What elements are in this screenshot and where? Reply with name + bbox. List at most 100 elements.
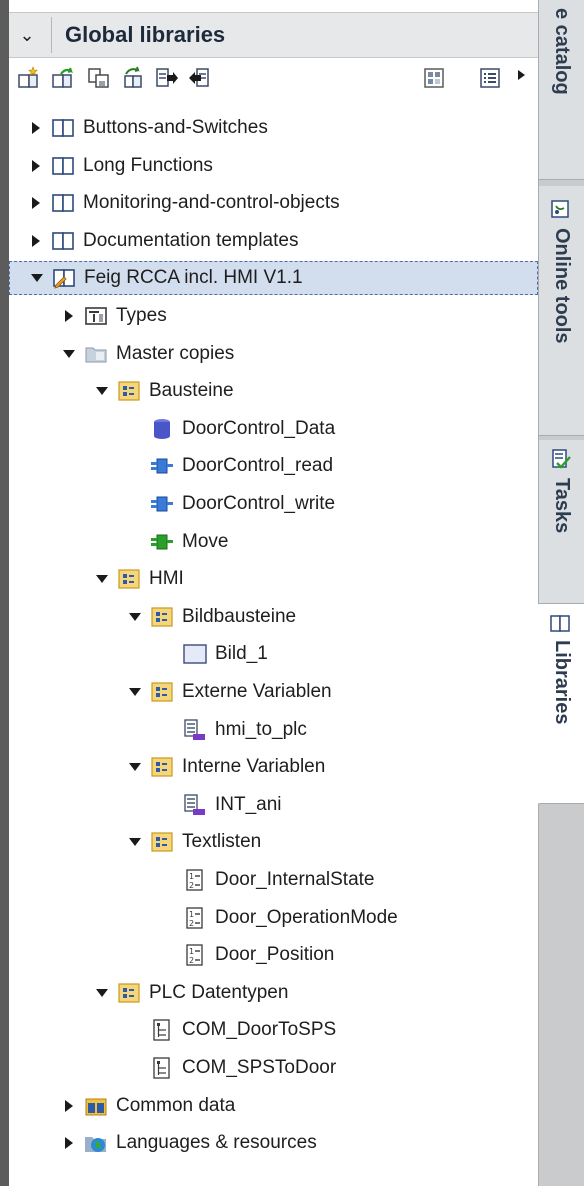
header-divider — [51, 17, 52, 53]
tab-tasks[interactable]: Tasks — [539, 440, 584, 604]
global-libraries-header[interactable]: ⌄ Global libraries — [9, 12, 538, 58]
tree-item[interactable]: Documentation templates — [29, 224, 298, 258]
group-folder-icon — [117, 379, 141, 403]
tree-item[interactable]: Move — [128, 525, 228, 559]
tree-item[interactable]: Languages & resources — [62, 1126, 317, 1160]
tab-label: Tasks — [551, 478, 573, 534]
collapse-arrow-icon[interactable] — [95, 572, 109, 586]
tree-item-label: Monitoring-and-control-objects — [83, 192, 340, 213]
expand-arrow-icon[interactable] — [29, 196, 43, 210]
expand-arrow-icon[interactable] — [29, 121, 43, 135]
global-libraries-panel: ⌄ Global libraries Buttons-and-Switches … — [0, 0, 538, 1186]
tree-item[interactable]: Buttons-and-Switches — [29, 111, 268, 145]
tree-item-label: Door_InternalState — [215, 869, 375, 890]
expand-arrow-icon[interactable] — [62, 1136, 76, 1150]
tab-label: Libraries — [551, 640, 573, 725]
tree-item[interactable]: PLC Datentypen — [95, 976, 288, 1010]
tab-catalog[interactable]: e catalog — [539, 0, 584, 180]
update-types-icon[interactable] — [155, 66, 179, 90]
tree-item[interactable]: Long Functions — [29, 149, 213, 183]
save-library-icon[interactable] — [87, 66, 111, 90]
tree-item[interactable]: Bausteine — [95, 374, 234, 408]
tree-item[interactable]: Types — [62, 299, 167, 333]
tree-item-label: Door_Position — [215, 944, 335, 965]
group-folder-icon — [150, 830, 174, 854]
library-book-icon — [549, 612, 571, 634]
library-book-icon — [51, 191, 75, 215]
plc-data-type-icon — [150, 1056, 174, 1080]
collapse-arrow-icon[interactable] — [128, 610, 142, 624]
tasks-icon — [549, 448, 571, 470]
tab-online-tools[interactable]: Online tools — [539, 186, 584, 436]
tab-label: e catalog — [551, 8, 573, 95]
tree-item[interactable]: Master copies — [62, 337, 234, 371]
collapse-arrow-icon[interactable] — [128, 760, 142, 774]
tree-item[interactable]: COM_SPSToDoor — [128, 1051, 336, 1085]
tree-item-label: Documentation templates — [83, 230, 299, 251]
expand-arrow-icon[interactable] — [62, 1099, 76, 1113]
function-icon — [150, 530, 174, 554]
tree-item[interactable]: hmi_to_plc — [161, 713, 307, 747]
tree-item[interactable]: Feig RCCA incl. HMI V1.1 — [9, 261, 538, 295]
tree-item[interactable]: Textlisten — [128, 825, 261, 859]
library-open-edit-icon — [52, 266, 76, 290]
tab-libraries[interactable]: Libraries — [538, 604, 584, 804]
tree-item-label: Feig RCCA incl. HMI V1.1 — [84, 267, 303, 288]
tree-item[interactable]: 1 2 Door_OperationMode — [161, 901, 398, 935]
library-book-icon — [51, 154, 75, 178]
collapse-arrow-icon[interactable] — [30, 271, 44, 285]
tree-item[interactable]: DoorControl_Data — [128, 412, 335, 446]
tree-item-label: Types — [116, 305, 167, 326]
collapse-arrow-icon[interactable] — [62, 347, 76, 361]
collapse-arrow-icon[interactable] — [95, 384, 109, 398]
tag-table-icon — [183, 718, 207, 742]
chevron-down-icon[interactable]: ⌄ — [15, 23, 39, 47]
tree-item[interactable]: Externe Variablen — [128, 675, 332, 709]
tree-item-label: Languages & resources — [116, 1132, 317, 1153]
tree-item-label: PLC Datentypen — [149, 982, 289, 1003]
tree-item[interactable]: Monitoring-and-control-objects — [29, 186, 340, 220]
collapse-arrow-icon[interactable] — [95, 986, 109, 1000]
tree-item[interactable]: 1 2 Door_InternalState — [161, 863, 375, 897]
open-library-icon[interactable] — [51, 66, 75, 90]
tree-item[interactable]: DoorControl_write — [128, 487, 335, 521]
collapse-arrow-icon[interactable] — [128, 835, 142, 849]
tree-item[interactable]: INT_ani — [161, 788, 282, 822]
list-view-icon[interactable] — [479, 66, 503, 90]
screen-icon — [183, 642, 207, 666]
tree-item[interactable]: Common data — [62, 1089, 235, 1123]
tree-item-label: Bildbausteine — [182, 606, 297, 627]
svg-text:2: 2 — [189, 919, 194, 928]
close-library-icon[interactable] — [122, 66, 146, 90]
tree-item-label: COM_SPSToDoor — [182, 1057, 337, 1078]
svg-text:1: 1 — [189, 947, 194, 956]
tree-item-label: Long Functions — [83, 155, 213, 176]
tree-item[interactable]: Interne Variablen — [128, 750, 325, 784]
expand-arrow-icon[interactable] — [62, 309, 76, 323]
collapse-arrow-icon[interactable] — [128, 685, 142, 699]
tree-item-label: Door_OperationMode — [215, 907, 398, 928]
tree-item[interactable]: DoorControl_read — [128, 449, 333, 483]
toolbar-overflow-icon[interactable] — [516, 66, 528, 90]
expand-arrow-icon[interactable] — [29, 159, 43, 173]
common-data-icon — [84, 1094, 108, 1118]
tree-item-label: Move — [182, 531, 229, 552]
export-icon[interactable] — [187, 66, 211, 90]
expand-arrow-icon[interactable] — [29, 234, 43, 248]
tree-item-label: Bild_1 — [215, 643, 268, 664]
tree-item[interactable]: Bildbausteine — [128, 600, 296, 634]
tree-item[interactable]: 1 2 Door_Position — [161, 938, 334, 972]
library-view-icon[interactable] — [423, 66, 447, 90]
function-block-icon — [150, 492, 174, 516]
tree-item[interactable]: HMI — [95, 562, 184, 596]
tree-item[interactable]: Bild_1 — [161, 637, 268, 671]
tree-item[interactable]: COM_DoorToSPS — [128, 1013, 336, 1047]
new-library-icon[interactable] — [17, 66, 41, 90]
